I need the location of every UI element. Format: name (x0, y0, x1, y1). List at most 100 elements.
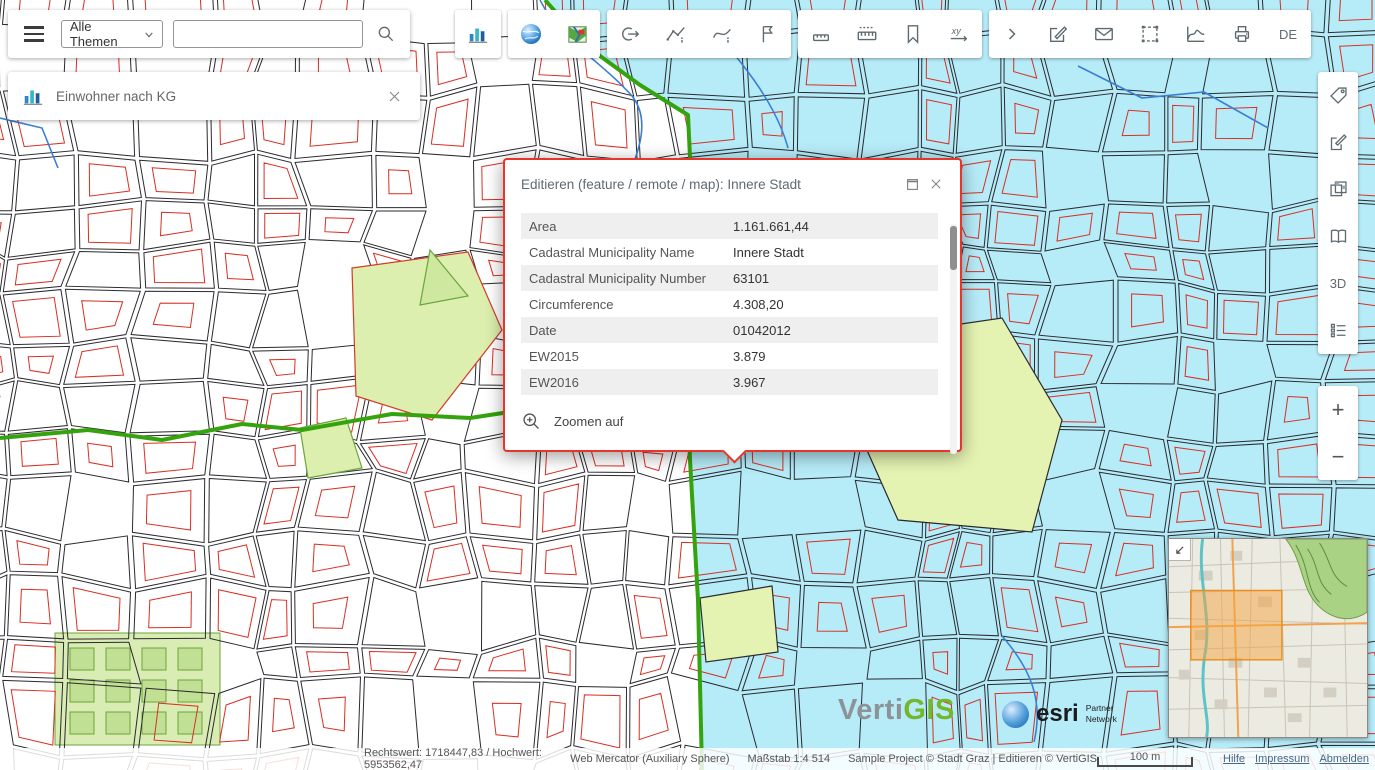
row-value: 01042012 (733, 323, 791, 338)
more-tools-button[interactable] (989, 10, 1035, 58)
bookmark-button[interactable] (890, 10, 936, 58)
close-icon (929, 177, 943, 191)
xy-coordinates-button[interactable]: xy (936, 10, 982, 58)
zoom-in-button[interactable]: + (1318, 386, 1358, 433)
curve-info-tool-button[interactable] (699, 10, 745, 58)
dialog-header: Editieren (feature / remote / map): Inne… (505, 160, 960, 205)
ruler-large-icon (856, 23, 878, 45)
table-row: Cadastral Municipality Name Innere Stadt (521, 239, 938, 265)
line-info-tool-button[interactable] (653, 10, 699, 58)
zoom-out-button[interactable]: − (1318, 433, 1358, 480)
search-icon (376, 24, 396, 44)
row-label: EW2016 (521, 375, 733, 390)
table-row: EW2016 3.967 (521, 369, 938, 395)
placemark-tool-button[interactable] (745, 10, 791, 58)
corner-arrow-icon (1173, 543, 1187, 557)
table-row: Area 1.161.661,44 (521, 213, 938, 239)
envelope-icon (1093, 23, 1115, 45)
mode-3d-label: 3D (1330, 276, 1347, 291)
row-value: 3.879 (733, 349, 766, 364)
vertigis-logo: VertiGIS (838, 694, 955, 727)
scale-bar-label: 100 m (1130, 751, 1161, 763)
identify-tool-button[interactable] (607, 10, 653, 58)
ruler-small-icon (810, 23, 832, 45)
xy-coordinates-icon: xy (948, 23, 970, 45)
topics-dropdown[interactable]: Alle Themen (61, 20, 163, 48)
search-button[interactable] (373, 19, 400, 49)
app-window: Alle Themen Einwohner nach KG (0, 0, 1375, 770)
language-label: DE (1279, 27, 1297, 42)
row-label: Cadastral Municipality Name (521, 245, 733, 260)
projection-label: Web Mercator (Auxiliary Sphere) (570, 753, 729, 765)
measure-distance-button[interactable] (798, 10, 844, 58)
overview-map[interactable] (1168, 538, 1368, 738)
chart-tool-button[interactable] (455, 10, 501, 58)
dialog-maximize-button[interactable] (900, 173, 924, 195)
google-earth-button[interactable] (508, 10, 554, 58)
edit-features-button[interactable] (1318, 119, 1358, 166)
help-link[interactable]: Hilfe (1223, 753, 1245, 765)
status-bar: Rechtswert: 1718447,83 / Hochwert: 59535… (0, 748, 1375, 770)
topics-dropdown-label: Alle Themen (70, 19, 136, 49)
globe-icon (519, 22, 543, 46)
curve-info-icon (711, 23, 733, 45)
row-label: EW2015 (521, 349, 733, 364)
layer-list-button[interactable] (1318, 307, 1358, 354)
search-input[interactable] (173, 20, 363, 48)
side-toolbar: 3D + − (1318, 72, 1358, 480)
layer-swipe-icon (1328, 179, 1349, 200)
coordinates-readout: Rechtswert: 1718447,83 / Hochwert: 59535… (364, 747, 552, 770)
edit-pencil-icon (1047, 23, 1069, 45)
row-value: Innere Stadt (733, 245, 804, 260)
mail-button[interactable] (1081, 10, 1127, 58)
select-region-button[interactable] (1127, 10, 1173, 58)
chart-panel-close-button[interactable] (382, 84, 406, 108)
flag-icon (757, 23, 779, 45)
edit-feature-dialog: Editieren (feature / remote / map): Inne… (503, 158, 962, 452)
row-label: Date (521, 323, 733, 338)
layer-swipe-button[interactable] (1318, 166, 1358, 213)
identify-circle-icon (619, 23, 641, 45)
tag-icon (1328, 85, 1349, 106)
mode-3d-button[interactable]: 3D (1318, 260, 1358, 307)
vertigis-logo-text: Verti (838, 694, 903, 726)
measure-area-button[interactable] (844, 10, 890, 58)
dialog-scrollbar[interactable] (950, 224, 957, 454)
legend-button[interactable] (1318, 213, 1358, 260)
layer-list-icon (1328, 320, 1349, 341)
chart-panel-title: Einwohner nach KG (56, 89, 370, 104)
scrollbar-thumb[interactable] (950, 226, 957, 270)
profile-chart-button[interactable] (1173, 10, 1219, 58)
row-value: 3.967 (733, 375, 766, 390)
esri-logo: esri Partner Network (1002, 700, 1136, 728)
dialog-close-button[interactable] (924, 173, 948, 195)
bookmark-icon (902, 23, 924, 45)
language-button[interactable]: DE (1265, 10, 1311, 58)
svg-text:xy: xy (951, 26, 963, 36)
esri-logo-text: esri (1036, 700, 1079, 728)
table-row: Date 01042012 (521, 317, 938, 343)
table-row: Cadastral Municipality Number 63101 (521, 265, 938, 291)
edit-shape-icon (1328, 132, 1349, 153)
edit-feature-button[interactable] (1035, 10, 1081, 58)
menu-button[interactable] (18, 16, 51, 52)
table-row: EW2015 3.879 (521, 343, 938, 369)
logout-link[interactable]: Abmelden (1319, 753, 1369, 765)
zoom-in-magnifier-icon (521, 411, 542, 432)
row-value: 63101 (733, 271, 769, 286)
extent-highlight[interactable] (1191, 590, 1282, 659)
copyright-label: Sample Project © Stadt Graz | Editieren … (848, 753, 1097, 765)
row-label: Circumference (521, 297, 733, 312)
overview-map-toggle-button[interactable] (1169, 539, 1191, 561)
map-viewer-button[interactable] (554, 10, 600, 58)
zoom-in-label: + (1332, 399, 1345, 421)
map-collage-icon (566, 23, 589, 46)
chart-panel: Einwohner nach KG (8, 72, 420, 120)
imprint-link[interactable]: Impressum (1255, 753, 1309, 765)
table-row: Circumference 4.308,20 (521, 291, 938, 317)
row-label: Cadastral Municipality Number (521, 271, 733, 286)
print-button[interactable] (1219, 10, 1265, 58)
row-label: Area (521, 219, 733, 234)
dashed-select-icon (1139, 23, 1161, 45)
attachment-tag-button[interactable] (1318, 72, 1358, 119)
